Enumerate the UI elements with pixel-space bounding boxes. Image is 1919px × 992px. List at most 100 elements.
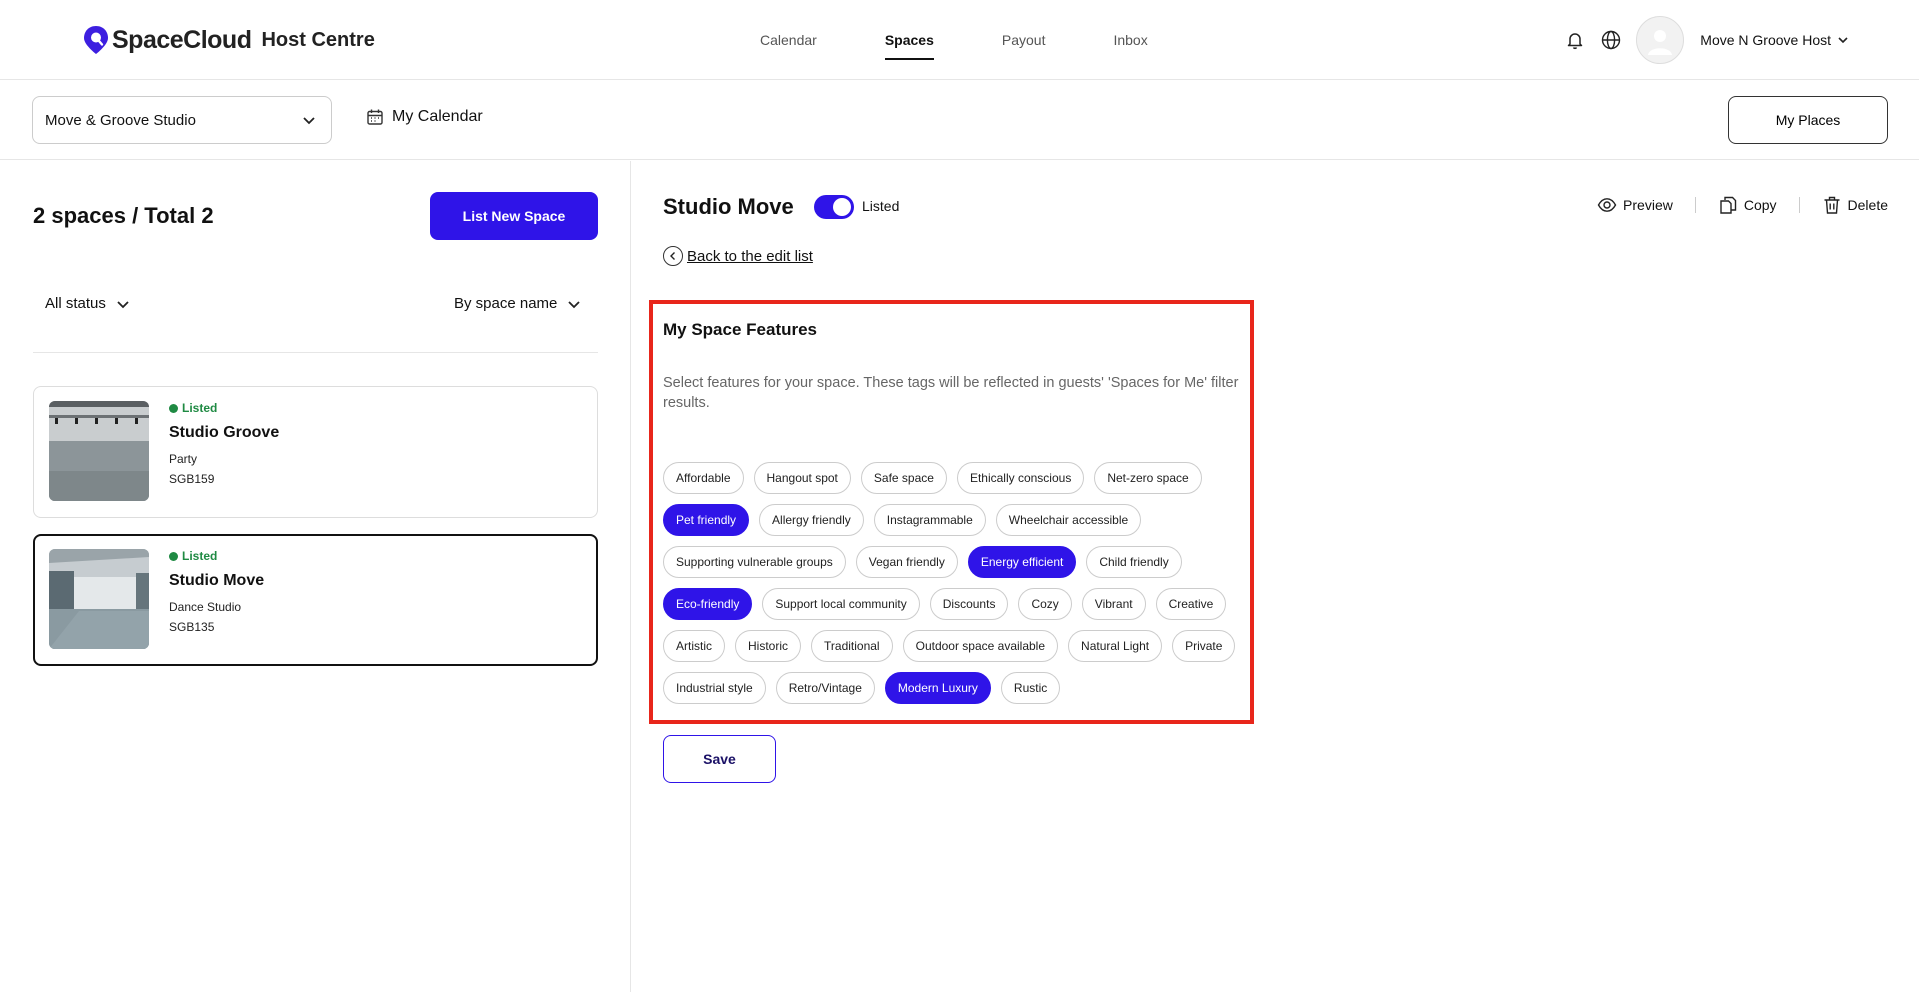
space-card-studio-move[interactable]: Listed Studio Move Dance Studio SGB135: [33, 534, 598, 666]
space-name: Studio Move: [169, 572, 265, 589]
save-button[interactable]: Save: [663, 735, 776, 783]
studio-select[interactable]: Move & Groove Studio: [32, 96, 332, 144]
features-title: My Space Features: [663, 320, 818, 339]
feature-tag-row: Industrial style Retro/Vintage Modern Luxu…: [663, 672, 1243, 704]
feature-tag[interactable]: Industrial style: [663, 672, 766, 704]
feature-tag[interactable]: Private: [1172, 630, 1236, 662]
chevron-down-icon: [303, 117, 315, 125]
space-card-info: Listed Studio Groove Party SGB159: [169, 401, 279, 486]
feature-tag[interactable]: Historic: [735, 630, 802, 662]
preview-button[interactable]: Preview: [1597, 195, 1673, 215]
status-badge: Listed: [169, 401, 279, 415]
status-filter[interactable]: All status: [45, 295, 130, 312]
listed-toggle[interactable]: [814, 195, 854, 219]
feature-tag[interactable]: Artistic: [663, 630, 725, 662]
feature-tag-row: Supporting vulnerable groups Vegan friend…: [663, 546, 1243, 578]
feature-tag[interactable]: Net-zero space: [1094, 462, 1202, 494]
bell-icon[interactable]: [1564, 29, 1586, 51]
chevron-left-icon: [663, 246, 683, 266]
space-thumbnail: [49, 401, 149, 501]
divider: [33, 352, 598, 353]
feature-tag[interactable]: Ethically conscious: [956, 462, 1085, 494]
space-card-info: Listed Studio Move Dance Studio SGB135: [169, 549, 264, 634]
globe-icon[interactable]: [1600, 29, 1622, 51]
nav-payout[interactable]: Payout: [1002, 0, 1046, 80]
chevron-down-icon: [568, 300, 581, 308]
feature-tag[interactable]: Rustic: [1000, 672, 1061, 704]
brand-name: SpaceCloud: [112, 25, 252, 54]
feature-tag[interactable]: Outdoor space available: [902, 630, 1059, 662]
main-nav: Calendar Spaces Payout Inbox: [760, 0, 1216, 80]
feature-tag[interactable]: Retro/Vintage: [775, 672, 875, 704]
feature-tag[interactable]: Child friendly: [1086, 546, 1182, 578]
list-new-space-button[interactable]: List New Space: [430, 192, 598, 240]
back-to-edit-list-link[interactable]: Back to the edit list: [663, 246, 813, 266]
feature-tag[interactable]: Instagrammable: [873, 504, 986, 536]
chevron-down-icon: [117, 300, 129, 308]
space-name: Studio Groove: [169, 424, 280, 441]
logo[interactable]: SpaceCloud Host Centre: [82, 25, 375, 55]
feature-tag[interactable]: Allergy friendly: [759, 504, 864, 536]
feature-tag[interactable]: Creative: [1155, 588, 1227, 620]
calendar-icon: [367, 109, 383, 125]
space-code: SGB159: [169, 472, 215, 486]
feature-tag-row: Pet friendly Allergy friendly Instagrammab…: [663, 504, 1243, 536]
status-filter-label: All status: [45, 295, 106, 312]
location-pin-icon: [84, 26, 108, 54]
trash-icon: [1824, 196, 1840, 214]
feature-tag[interactable]: Hangout spot: [753, 462, 851, 494]
sort-filter-label: By space name: [454, 295, 558, 312]
space-card-studio-groove[interactable]: Listed Studio Groove Party SGB159: [33, 386, 598, 518]
feature-tag[interactable]: Wheelchair accessible: [995, 504, 1142, 536]
feature-tag[interactable]: Affordable: [663, 462, 744, 494]
user-menu[interactable]: Move N Groove Host: [1700, 32, 1849, 48]
space-features-section: My Space Features Select features for yo…: [649, 300, 1254, 724]
feature-tag[interactable]: Energy efficient: [967, 546, 1077, 578]
feature-tag[interactable]: Modern Luxury: [884, 672, 991, 704]
feature-tag[interactable]: Traditional: [811, 630, 893, 662]
feature-tag[interactable]: Vegan friendly: [855, 546, 958, 578]
nav-calendar[interactable]: Calendar: [760, 0, 817, 80]
space-detail-panel: Studio Move Listed Preview Copy Delete B…: [632, 161, 1919, 992]
space-thumbnail: [49, 549, 149, 649]
brand-subtitle: Host Centre: [261, 28, 375, 51]
feature-tag[interactable]: Supporting vulnerable groups: [663, 546, 846, 578]
delete-button[interactable]: Delete: [1822, 195, 1888, 215]
status-badge: Listed: [169, 549, 264, 563]
nav-spaces[interactable]: Spaces: [884, 0, 934, 80]
copy-button[interactable]: Copy: [1718, 195, 1777, 215]
nav-inbox[interactable]: Inbox: [1113, 0, 1147, 80]
feature-tag-row: Affordable Hangout spot Safe space Ethicall…: [663, 462, 1243, 494]
chevron-down-icon: [1838, 37, 1848, 44]
space-code: SGB135: [169, 620, 215, 634]
feature-tag[interactable]: Cozy: [1018, 588, 1072, 620]
features-description: Select features for your space. These ta…: [663, 375, 1239, 411]
copy-label: Copy: [1743, 197, 1777, 213]
delete-label: Delete: [1847, 197, 1888, 213]
back-link-label: Back to the edit list: [687, 247, 813, 265]
my-calendar-link[interactable]: My Calendar: [366, 108, 483, 126]
space-title: Studio Move: [663, 194, 794, 219]
status-dot: [169, 403, 178, 413]
user-icon: [1648, 30, 1673, 55]
feature-tag[interactable]: Discounts: [929, 588, 1009, 620]
user-name: Move N Groove Host: [1700, 32, 1831, 48]
space-type: Party: [169, 452, 198, 466]
status-label: Listed: [182, 401, 218, 415]
feature-tag[interactable]: Vibrant: [1081, 588, 1146, 620]
space-actions: Preview Copy Delete: [1597, 195, 1888, 215]
feature-tag-row: Eco-friendly Support local community Disco…: [663, 588, 1243, 620]
feature-tag[interactable]: Pet friendly: [663, 504, 750, 536]
avatar[interactable]: [1636, 16, 1685, 64]
feature-tag[interactable]: Eco-friendly: [663, 588, 753, 620]
divider: [1694, 197, 1696, 213]
status-dot: [169, 551, 178, 561]
feature-tag[interactable]: Safe space: [860, 462, 947, 494]
feature-tag[interactable]: Natural Light: [1068, 630, 1163, 662]
feature-tag[interactable]: Support local community: [762, 588, 920, 620]
user-area: Move N Groove Host: [1550, 0, 1849, 80]
my-places-button[interactable]: My Places: [1728, 96, 1888, 144]
preview-label: Preview: [1623, 197, 1673, 213]
spaces-list-panel: 2 spaces / Total 2 List New Space All st…: [0, 161, 631, 992]
sort-filter[interactable]: By space name: [454, 295, 581, 312]
